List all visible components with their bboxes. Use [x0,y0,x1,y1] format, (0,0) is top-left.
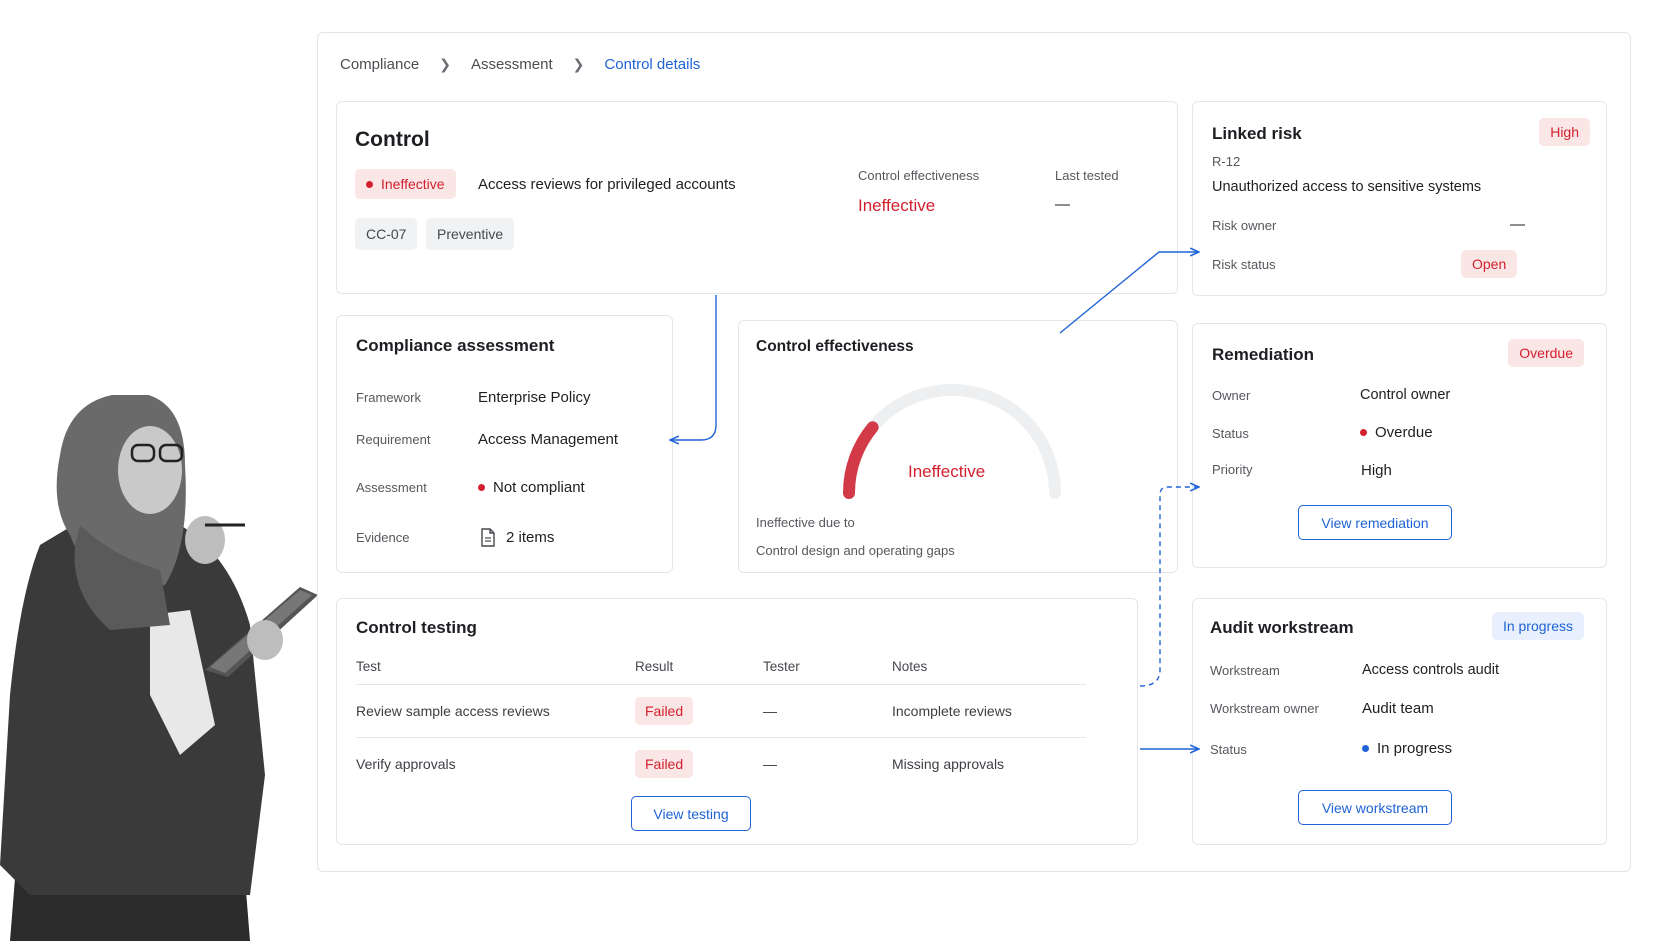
remediation-status-label: Status [1212,426,1249,441]
testing-title: Control testing [356,618,477,637]
result-badge: Failed [635,697,694,725]
column-header-result: Result [635,653,763,685]
assessment-value-text: Not compliant [493,479,585,496]
remediation-title: Remediation [1212,345,1315,364]
workstream-value: Access controls audit [1362,662,1500,678]
linked-risk-card: Linked risk High R-12 Unauthorized acces… [1192,101,1607,296]
ineffective-reason-value: Control design and operating gaps [756,543,955,558]
risk-id: R-12 [1212,154,1241,169]
breadcrumb: Compliance ❯ Assessment ❯ Control detail… [340,56,700,73]
view-testing-button[interactable]: View testing [631,796,751,831]
audit-title: Audit workstream [1210,618,1354,637]
breadcrumb-assessment[interactable]: Assessment [471,56,553,73]
assessment-label: Assessment [356,480,427,495]
remediation-status-text: Overdue [1375,424,1433,441]
tag-control-id: CC-07 [355,218,418,250]
view-workstream-button[interactable]: View workstream [1298,790,1452,825]
last-tested-label: Last tested [1055,168,1119,183]
remediation-priority-value: High [1361,462,1392,479]
evidence-label: Evidence [356,530,410,545]
remediation-status-value: Overdue [1360,424,1433,441]
column-header-tester: Tester [763,653,892,685]
requirement-label: Requirement [356,432,431,447]
remediation-owner-label: Owner [1212,388,1251,403]
breadcrumb-compliance[interactable]: Compliance [340,56,419,73]
status-dot-icon [1360,428,1367,436]
last-tested-value: — [1055,196,1070,213]
test-notes: Missing approvals [892,756,1005,772]
breadcrumb-current: Control details [604,56,701,73]
chevron-right-icon: ❯ [439,56,451,72]
table-header-row: Test Result Tester Notes [356,653,1086,685]
workstream-owner-label: Workstream owner [1210,701,1319,716]
test-tester: — [763,756,777,772]
assessment-value: Not compliant [478,479,585,496]
control-status-text: Ineffective [381,176,445,192]
workstream-status-text: In progress [1377,740,1453,757]
status-dot-icon [1362,744,1369,752]
remediation-status-badge: Overdue [1508,339,1584,367]
control-status-badge: Ineffective [355,169,456,199]
ineffective-reason-label: Ineffective due to [756,515,855,530]
testing-table: Test Result Tester Notes Review sample a… [356,653,1086,790]
table-row[interactable]: Review sample access reviews Failed — In… [356,684,1086,738]
control-title: Control [355,128,430,151]
workstream-label: Workstream [1210,663,1280,678]
risk-name: Unauthorized access to sensitive systems [1212,179,1482,195]
control-testing-card: Control testing Test Result Tester Notes… [336,598,1138,845]
status-dot-icon [478,483,485,491]
effectiveness-label: Control effectiveness [858,168,980,183]
workstream-status-value: In progress [1362,740,1452,757]
linked-risk-title: Linked risk [1212,124,1302,143]
test-result: Failed [635,738,763,791]
test-result: Failed [635,684,763,738]
risk-owner-label: Risk owner [1212,218,1277,233]
evidence-value-text: 2 items [506,529,555,546]
gauge-fill [842,421,879,499]
remediation-priority-label: Priority [1212,462,1253,477]
risk-status-badge: Open [1461,250,1518,278]
chevron-right-icon: ❯ [572,56,585,72]
risk-severity-badge: High [1539,118,1590,146]
audit-status-badge: In progress [1491,612,1584,640]
compliance-assessment-card: Compliance assessment Framework Enterpri… [336,315,673,573]
test-name: Review sample access reviews [356,684,635,738]
risk-status-label: Risk status [1212,257,1276,272]
tag-control-type: Preventive [426,218,515,250]
column-header-notes: Notes [892,653,1086,685]
gauge-value: Ineffective [908,462,986,481]
framework-value: Enterprise Policy [478,389,591,406]
control-card: Control Ineffective Access reviews for p… [336,101,1178,294]
control-description: Access reviews for privileged accounts [478,176,736,193]
status-dot-icon [366,180,373,188]
remediation-owner-value: Control owner [1360,387,1451,403]
table-row[interactable]: Verify approvals Failed — Missing approv… [356,738,1086,791]
document-icon [481,528,495,547]
test-notes: Incomplete reviews [892,684,1086,738]
requirement-value: Access Management [478,431,619,448]
assessment-title: Compliance assessment [356,336,555,355]
column-header-test: Test [356,653,635,685]
test-name: Verify approvals [356,756,456,772]
effectiveness-gauge [842,384,1061,499]
audit-workstream-card: Audit workstream In progress Workstream … [1192,598,1607,845]
effectiveness-value: Ineffective [858,196,936,215]
control-effectiveness-card: Control effectiveness Ineffective Ineffe… [738,320,1178,573]
evidence-value[interactable]: 2 items [480,528,554,547]
risk-owner-value: — [1510,216,1525,233]
workstream-status-label: Status [1210,742,1247,757]
remediation-card: Remediation Overdue Owner Control owner … [1192,323,1607,568]
view-remediation-button[interactable]: View remediation [1298,505,1452,540]
presenter-photo [0,395,318,941]
test-tester: — [763,684,892,738]
framework-label: Framework [356,390,422,405]
workstream-owner-value: Audit team [1362,700,1434,717]
result-badge: Failed [635,750,694,778]
